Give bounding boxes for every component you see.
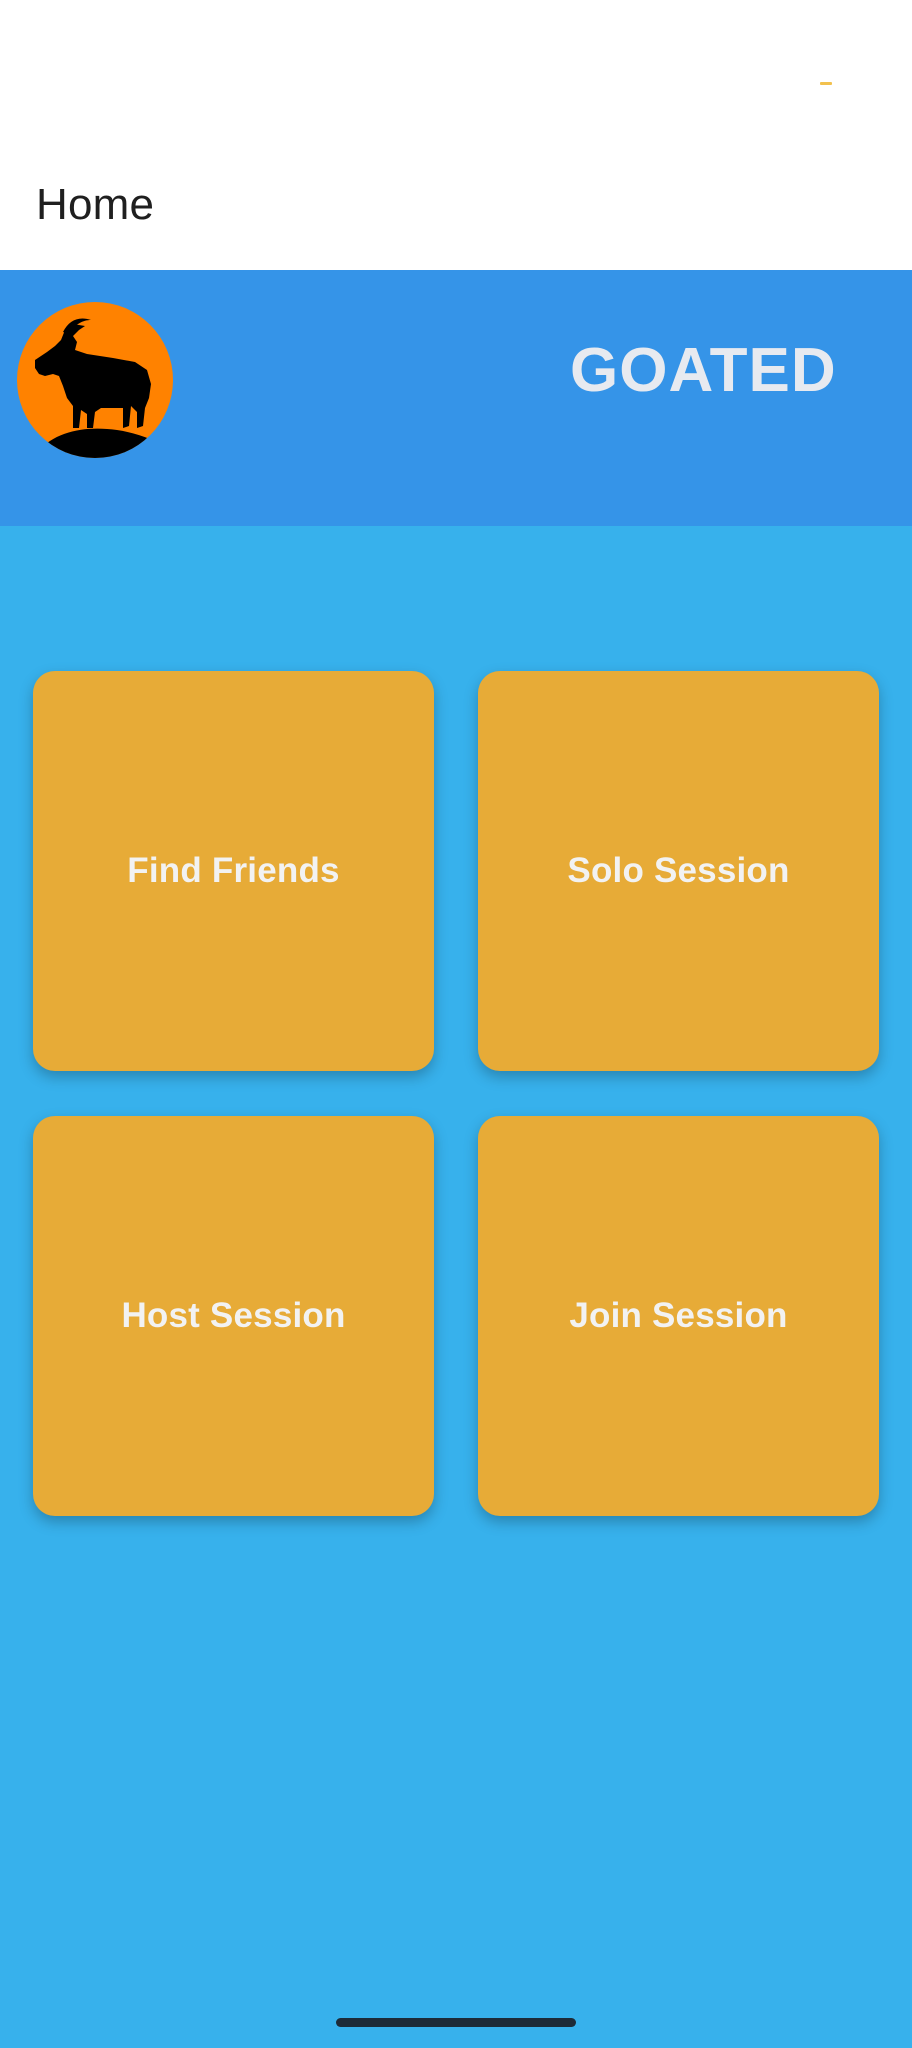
join-session-button[interactable]: Join Session (478, 1116, 879, 1516)
status-indicator (820, 82, 832, 85)
brand-title: GOATED (570, 336, 837, 405)
goat-logo-icon (17, 302, 173, 458)
join-session-label: Join Session (569, 1296, 788, 1335)
gesture-home-indicator[interactable] (336, 2018, 576, 2027)
app-bar: Home (0, 0, 912, 270)
find-friends-label: Find Friends (127, 851, 340, 890)
solo-session-label: Solo Session (567, 851, 790, 890)
host-session-label: Host Session (121, 1296, 346, 1335)
page-title: Home (36, 180, 155, 229)
find-friends-button[interactable]: Find Friends (33, 671, 434, 1071)
host-session-button[interactable]: Host Session (33, 1116, 434, 1516)
solo-session-button[interactable]: Solo Session (478, 671, 879, 1071)
